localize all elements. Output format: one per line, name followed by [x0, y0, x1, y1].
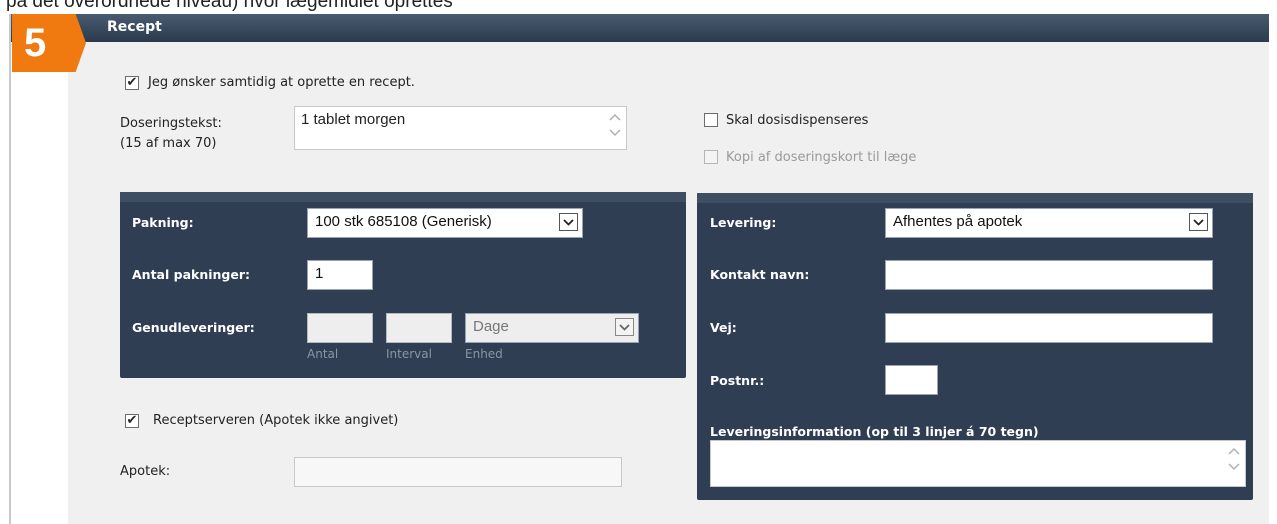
chevron-down-icon	[1193, 218, 1204, 226]
left-border-line	[9, 14, 11, 524]
antal-pakninger-input[interactable]: 1	[307, 260, 373, 290]
antal-pakninger-label: Antal pakninger:	[132, 267, 250, 282]
dosering-label: Doseringstekst:	[120, 116, 222, 131]
scroll-down-icon[interactable]	[609, 129, 621, 137]
dosering-textarea[interactable]: 1 tablet morgen	[294, 106, 627, 150]
create-recept-label: Jeg ønsker samtidig at oprette en recept…	[148, 75, 415, 90]
vej-label: Vej:	[710, 320, 737, 335]
enhed-dropdown-button[interactable]	[615, 318, 634, 336]
kontakt-navn-label: Kontakt navn:	[710, 267, 810, 282]
kopi-checkbox[interactable]	[704, 150, 718, 164]
pakning-value: 100 stk 685108 (Generisk)	[315, 213, 492, 230]
levering-label: Levering:	[710, 215, 777, 230]
checkmark-icon: ✔	[126, 75, 138, 90]
textarea-scroll-arrows[interactable]	[608, 109, 622, 141]
receptserver-checkbox[interactable]: ✔	[125, 414, 139, 428]
dosering-text: 1 tablet morgen	[301, 111, 406, 128]
document-caption: på det overordnede niveau) hvor lægemidl…	[6, 0, 453, 12]
pakning-label: Pakning:	[132, 215, 194, 230]
scroll-up-icon[interactable]	[1228, 447, 1240, 455]
genudleveringer-label: Genudleveringer:	[132, 320, 255, 335]
kopi-label: Kopi af doseringskort til læge	[726, 150, 917, 165]
chevron-down-icon	[563, 218, 574, 226]
apotek-field[interactable]	[294, 457, 622, 487]
step-number-badge: 5	[12, 14, 86, 72]
genud-antal-caption: Antal	[307, 347, 339, 361]
checkmark-icon: ✔	[126, 413, 138, 428]
dosering-count: (15 af max 70)	[120, 136, 217, 151]
section-header	[11, 14, 1269, 42]
postnr-input[interactable]	[885, 365, 938, 395]
kontakt-navn-input[interactable]	[885, 260, 1213, 290]
pakning-dropdown-button[interactable]	[559, 213, 578, 231]
receptserver-label: Receptserveren (Apotek ikke angivet)	[153, 413, 399, 428]
chevron-down-icon	[619, 323, 630, 331]
genud-interval-input[interactable]	[386, 313, 452, 343]
leveringsinfo-label: Leveringsinformation (op til 3 linjer á …	[710, 424, 1039, 439]
genud-enhed-caption: Enhed	[465, 347, 503, 361]
leveringsinfo-textarea[interactable]	[710, 440, 1246, 487]
apotek-label: Apotek:	[120, 464, 171, 479]
genud-enhed-select[interactable]: Dage	[465, 313, 639, 343]
levering-value: Afhentes på apotek	[893, 213, 1023, 230]
genud-antal-input[interactable]	[307, 313, 373, 343]
dosisdispenseres-checkbox[interactable]	[704, 113, 718, 127]
vej-input[interactable]	[885, 313, 1213, 343]
scroll-up-icon[interactable]	[609, 113, 621, 121]
panel-top-strip	[120, 192, 686, 202]
genud-enhed-value: Dage	[473, 318, 509, 335]
antal-pakninger-value: 1	[315, 265, 324, 282]
levering-select[interactable]: Afhentes på apotek	[885, 208, 1213, 238]
postnr-label: Postnr.:	[710, 373, 765, 388]
levering-dropdown-button[interactable]	[1189, 213, 1208, 231]
create-recept-checkbox[interactable]: ✔	[125, 76, 139, 90]
textarea-scroll-arrows[interactable]	[1227, 443, 1241, 475]
section-title: Recept	[107, 19, 162, 35]
panel-top-strip	[697, 193, 1253, 203]
pakning-select[interactable]: 100 stk 685108 (Generisk)	[307, 208, 583, 238]
scroll-down-icon[interactable]	[1228, 463, 1240, 471]
dosisdispenseres-label: Skal dosisdispenseres	[726, 113, 869, 128]
genud-interval-caption: Interval	[386, 347, 432, 361]
